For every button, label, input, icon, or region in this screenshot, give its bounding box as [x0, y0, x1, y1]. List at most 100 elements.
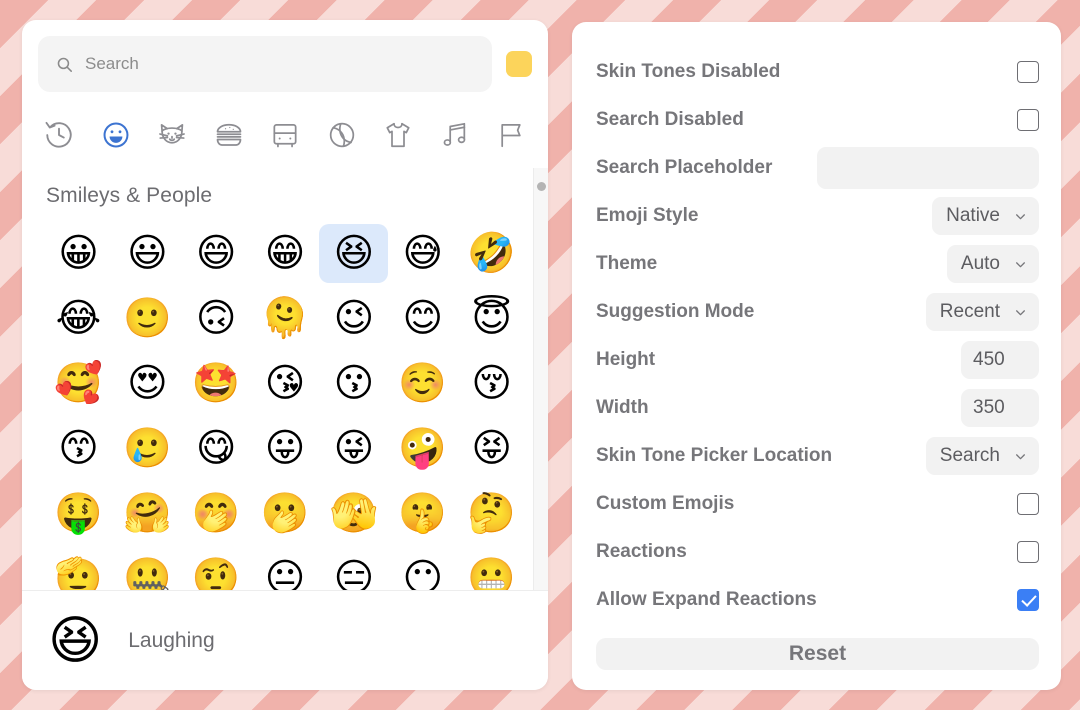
emoji-cell[interactable]: 🤪	[388, 419, 457, 478]
setting-row-search-disabled: Search Disabled	[596, 96, 1039, 144]
emoji-cell[interactable]: 😂	[44, 289, 113, 348]
emoji-cell[interactable]: 😚	[457, 354, 526, 413]
chevron-down-icon	[1014, 258, 1027, 271]
emoji-cell[interactable]: 😃	[113, 224, 182, 283]
search-input[interactable]	[85, 54, 474, 74]
category-tab-bar	[22, 92, 548, 168]
cat-icon	[156, 119, 188, 151]
emoji-cell[interactable]: 🥰	[44, 354, 113, 413]
setting-row-custom-emojis: Custom Emojis	[596, 480, 1039, 528]
emoji-cell[interactable]: 🤫	[388, 484, 457, 543]
category-tab-symbols[interactable]	[438, 118, 472, 152]
category-tab-recent[interactable]	[42, 118, 76, 152]
emoji-cell[interactable]: 😊	[388, 289, 457, 348]
chevron-down-icon	[1014, 306, 1027, 319]
emoji-cell[interactable]: 🤑	[44, 484, 113, 543]
emoji-scroll-area[interactable]: Smileys & People 😀 😃 😄 😁 😆 😅 🤣 😂 🙂 🙃 🫠 😉 😊 😇 🥰 😍 🤩 😘 😗 ☺️ 😚 😙…	[22, 168, 548, 590]
search-icon	[56, 56, 73, 73]
emoji-cell[interactable]: 🫣	[319, 484, 388, 543]
emoji-cell[interactable]: 🙃	[182, 289, 251, 348]
select-theme[interactable]: Auto	[946, 245, 1039, 283]
setting-row-skin-tone-picker-location: Skin Tone Picker Location Search	[596, 432, 1039, 480]
bus-icon	[269, 119, 301, 151]
category-tab-activities[interactable]	[325, 118, 359, 152]
emoji-cell[interactable]: 🙂	[113, 289, 182, 348]
settings-rows: Skin Tones Disabled Search Disabled Search…	[596, 48, 1039, 624]
setting-label-emoji-style: Emoji Style	[596, 205, 699, 226]
emoji-cell[interactable]: 😅	[388, 224, 457, 283]
emoji-cell[interactable]: 🤩	[182, 354, 251, 413]
emoji-list: Smileys & People 😀 😃 😄 😁 😆 😅 🤣 😂 🙂 🙃 🫠 😉 😊 😇 🥰 😍 🤩 😘 😗 ☺️ 😚 😙…	[22, 168, 548, 590]
category-tab-objects[interactable]	[381, 118, 415, 152]
shirt-icon	[382, 119, 414, 151]
emoji-cell[interactable]: 😐	[251, 549, 320, 590]
emoji-cell[interactable]: 😑	[319, 549, 388, 590]
emoji-preview-footer: 😆 Laughing	[22, 590, 548, 690]
emoji-cell[interactable]: 😘	[251, 354, 320, 413]
select-value-theme: Auto	[960, 253, 1000, 274]
emoji-cell[interactable]: 😋	[182, 419, 251, 478]
checkbox-custom-emojis[interactable]	[1017, 493, 1039, 515]
music-note-icon	[439, 119, 471, 151]
number-input-width[interactable]	[961, 389, 1039, 427]
emoji-cell[interactable]: 🤨	[182, 549, 251, 590]
select-emoji-style[interactable]: Native	[932, 197, 1039, 235]
checkbox-allow-expand-reactions[interactable]	[1017, 589, 1039, 611]
emoji-cell[interactable]: 🫡	[44, 549, 113, 590]
emoji-cell[interactable]: 😆	[319, 224, 389, 283]
setting-row-width: Width	[596, 384, 1039, 432]
emoji-cell[interactable]: 😉	[319, 289, 388, 348]
emoji-cell[interactable]: 😶	[388, 549, 457, 590]
reset-button[interactable]: Reset	[596, 638, 1039, 670]
select-value-suggestion-mode: Recent	[939, 301, 1000, 322]
emoji-cell[interactable]: 😛	[251, 419, 320, 478]
setting-row-theme: Theme Auto	[596, 240, 1039, 288]
emoji-cell[interactable]: 🤗	[113, 484, 182, 543]
emoji-cell[interactable]: 😜	[319, 419, 388, 478]
emoji-cell[interactable]: 🤐	[113, 549, 182, 590]
text-input-search-placeholder[interactable]	[817, 147, 1039, 189]
emoji-cell[interactable]: 🫠	[251, 289, 320, 348]
checkbox-skin-tones-disabled[interactable]	[1017, 61, 1039, 83]
number-input-height[interactable]	[961, 341, 1039, 379]
emoji-scrollbar-thumb[interactable]	[537, 182, 546, 191]
category-tab-smileys[interactable]	[99, 118, 133, 152]
emoji-picker-panel: Smileys & People 😀😃😄😁😆😅🤣😂🙂🙃🫠😉😊😇🥰😍🤩😘😗☺️😚😙…	[22, 20, 548, 690]
emoji-cell[interactable]: 🤔	[457, 484, 526, 543]
setting-row-emoji-style: Emoji Style Native	[596, 192, 1039, 240]
emoji-cell[interactable]: ☺️	[388, 354, 457, 413]
category-tab-flags[interactable]	[494, 118, 528, 152]
checkbox-search-disabled[interactable]	[1017, 109, 1039, 131]
emoji-cell[interactable]: 😝	[457, 419, 526, 478]
category-tab-food[interactable]	[212, 118, 246, 152]
chevron-down-icon	[1014, 450, 1027, 463]
emoji-cell[interactable]: 😄	[182, 224, 251, 283]
emoji-cell[interactable]: 🤭	[182, 484, 251, 543]
emoji-cell[interactable]: 😇	[457, 289, 526, 348]
category-tab-animals[interactable]	[155, 118, 189, 152]
setting-label-reactions: Reactions	[596, 541, 687, 562]
chevron-down-icon	[1014, 210, 1027, 223]
checkbox-reactions[interactable]	[1017, 541, 1039, 563]
emoji-cell[interactable]: 😀	[44, 224, 113, 283]
settings-panel: Skin Tones Disabled Search Disabled Search…	[572, 22, 1061, 690]
ball-icon	[326, 119, 358, 151]
emoji-cell[interactable]: 😁	[251, 224, 320, 283]
emoji-scrollbar-track[interactable]	[533, 168, 548, 590]
emoji-cell[interactable]: 😙	[44, 419, 113, 478]
search-row	[38, 36, 532, 92]
search-box[interactable]	[38, 36, 492, 92]
emoji-cell[interactable]: 😍	[113, 354, 182, 413]
emoji-cell[interactable]: 😬	[457, 549, 526, 590]
select-suggestion-mode[interactable]: Recent	[925, 293, 1039, 331]
category-tab-travel[interactable]	[268, 118, 302, 152]
setting-label-height: Height	[596, 349, 656, 370]
emoji-cell[interactable]: 🤣	[457, 224, 526, 283]
emoji-cell[interactable]: 🫢	[251, 484, 320, 543]
select-skin-tone-picker-location[interactable]: Search	[925, 437, 1039, 475]
setting-label-skin-tone-picker-location: Skin Tone Picker Location	[596, 445, 833, 466]
setting-label-allow-expand-reactions: Allow Expand Reactions	[596, 589, 817, 610]
skin-tone-swatch[interactable]	[506, 51, 532, 77]
emoji-cell[interactable]: 😗	[319, 354, 388, 413]
emoji-cell[interactable]: 🥲	[113, 419, 182, 478]
